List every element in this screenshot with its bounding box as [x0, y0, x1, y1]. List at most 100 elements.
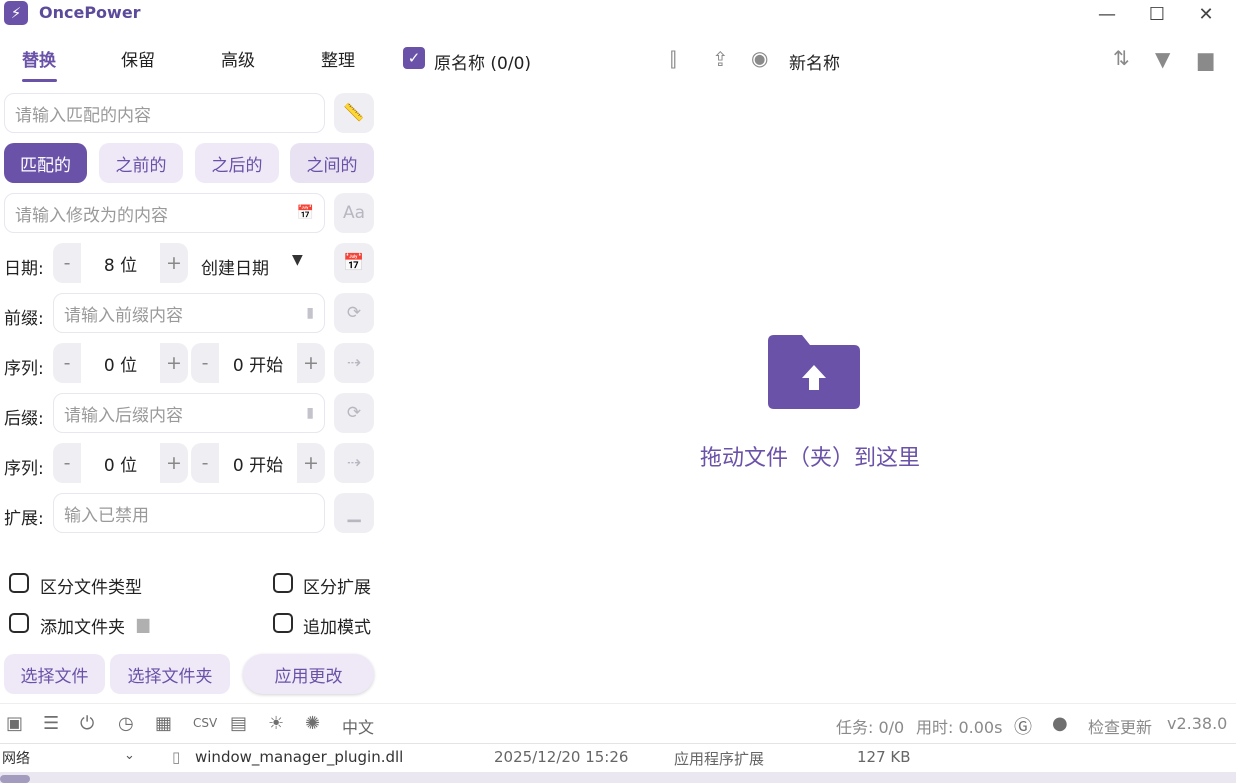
prefix-seq-digits-stepper[interactable]: - 0 位 +: [53, 343, 188, 383]
plus-icon[interactable]: +: [160, 452, 188, 474]
google-icon[interactable]: Ⓖ: [1014, 713, 1032, 739]
suffix-seq-digits-stepper[interactable]: - 0 位 +: [53, 443, 188, 483]
csv-icon[interactable]: CSV: [193, 716, 217, 730]
file-icon: ▯: [172, 748, 181, 766]
mode-between-button[interactable]: 之间的: [290, 143, 374, 183]
date-digits-value[interactable]: 8 位: [81, 243, 160, 283]
modify-input[interactable]: 请输入修改为的内容 📅: [4, 193, 325, 233]
chevron-down-icon[interactable]: ▼: [292, 252, 303, 268]
mode-after-button[interactable]: 之后的: [195, 143, 279, 183]
match-input[interactable]: 请输入匹配的内容: [4, 93, 325, 133]
upload-folder-icon[interactable]: [768, 335, 860, 409]
ruler-button[interactable]: 📏: [334, 93, 374, 133]
prefix-seq-start-stepper[interactable]: - 0 开始 +: [191, 343, 325, 383]
check-update-button[interactable]: 检查更新: [1088, 714, 1152, 738]
eye-icon[interactable]: ◉: [751, 46, 768, 70]
language-button[interactable]: 中文: [342, 714, 374, 738]
minus-icon[interactable]: -: [191, 452, 219, 474]
suffix-seq-start-value[interactable]: 0 开始: [219, 443, 297, 483]
plus-icon[interactable]: +: [297, 352, 325, 374]
tab-keep[interactable]: 保留: [121, 46, 155, 71]
person-icon: ▁: [347, 503, 361, 523]
tab-advanced[interactable]: 高级: [221, 46, 255, 71]
file-size: 127 KB: [857, 748, 911, 766]
chevron-down-icon[interactable]: ⌄: [124, 748, 135, 763]
tab-organize[interactable]: 整理: [321, 46, 355, 71]
prefix-refresh-button[interactable]: ⟳: [334, 293, 374, 333]
minimize-button[interactable]: —: [1087, 0, 1127, 28]
suffix-input-placeholder: 请输入后缀内容: [64, 405, 183, 426]
file-type: 应用程序扩展: [674, 750, 765, 768]
select-files-button[interactable]: 选择文件: [4, 654, 105, 694]
mode-before-button[interactable]: 之前的: [99, 143, 183, 183]
original-name-label: 原名称 (0/0): [434, 54, 532, 74]
minus-icon[interactable]: -: [53, 252, 81, 274]
prefix-input[interactable]: 请输入前缀内容 ▮: [53, 293, 325, 333]
trash-icon[interactable]: ▆: [1198, 47, 1213, 71]
tab-replace[interactable]: 替换: [22, 46, 56, 71]
split-icon[interactable]: ⫿: [670, 47, 676, 71]
file-icon[interactable]: ▮: [306, 305, 314, 321]
suffix-input[interactable]: 请输入后缀内容 ▮: [53, 393, 325, 433]
sequence-icon: ⇢: [346, 453, 362, 473]
maximize-button[interactable]: ☐: [1137, 0, 1177, 28]
calendar-icon[interactable]: ▤: [230, 713, 247, 734]
lightbulb-icon[interactable]: ☀: [268, 713, 284, 734]
apply-changes-button[interactable]: 应用更改: [243, 654, 374, 694]
close-button[interactable]: ✕: [1186, 0, 1226, 28]
append-mode-checkbox[interactable]: [273, 613, 293, 633]
elapsed-time: 用时: 0.00s: [916, 718, 1003, 737]
history-icon[interactable]: ◷: [118, 713, 134, 734]
save-icon[interactable]: ▣: [6, 713, 23, 734]
distinguish-ext-checkbox[interactable]: [273, 573, 293, 593]
modify-input-placeholder: 请输入修改为的内容: [15, 205, 168, 226]
add-folder-checkbox[interactable]: [9, 613, 29, 633]
file-icon[interactable]: ▮: [306, 405, 314, 421]
filter-icon[interactable]: ▼: [1155, 47, 1170, 71]
task-count: 任务: 0/0: [836, 718, 905, 737]
horizontal-scrollbar[interactable]: [0, 772, 1236, 783]
minus-icon[interactable]: -: [53, 352, 81, 374]
match-input-placeholder: 请输入匹配的内容: [15, 105, 151, 126]
prefix-seq-digits-value[interactable]: 0 位: [81, 343, 160, 383]
image-icon[interactable]: ▦: [155, 713, 172, 734]
prefix-seq-start-value[interactable]: 0 开始: [219, 343, 297, 383]
select-folder-button[interactable]: 选择文件夹: [110, 654, 230, 694]
minus-icon[interactable]: -: [53, 452, 81, 474]
plus-icon[interactable]: +: [160, 352, 188, 374]
log-icon[interactable]: ☰: [43, 713, 59, 734]
extension-button[interactable]: ▁: [334, 493, 374, 533]
append-mode-label: 追加模式: [303, 618, 371, 638]
insert-date-button[interactable]: 📅: [334, 243, 374, 283]
plus-icon[interactable]: +: [297, 452, 325, 474]
distinguish-type-checkbox[interactable]: [9, 573, 29, 593]
original-name-checkbox[interactable]: ✓: [403, 47, 425, 69]
case-button[interactable]: Aa: [334, 193, 374, 233]
distinguish-type-label: 区分文件类型: [40, 578, 142, 598]
minus-icon[interactable]: -: [191, 352, 219, 374]
prefix-sequence-button[interactable]: ⇢: [334, 343, 374, 383]
scrollbar-thumb[interactable]: [0, 775, 30, 783]
date-digits-stepper[interactable]: - 8 位 +: [53, 243, 188, 283]
version-label: v2.38.0: [1167, 714, 1228, 733]
date-type-select[interactable]: 创建日期: [201, 254, 269, 279]
suffix-seq-start-stepper[interactable]: - 0 开始 +: [191, 443, 325, 483]
prefix-seq-label: 序列:: [4, 359, 44, 379]
power-icon[interactable]: ⏻: [80, 713, 94, 734]
suffix-sequence-button[interactable]: ⇢: [334, 443, 374, 483]
file-name[interactable]: window_manager_plugin.dll: [195, 748, 403, 766]
calendar-icon[interactable]: 📅: [297, 205, 314, 221]
mode-match-button[interactable]: 匹配的: [4, 143, 87, 183]
github-icon[interactable]: ●: [1052, 713, 1068, 734]
suffix-seq-digits-value[interactable]: 0 位: [81, 443, 160, 483]
suffix-refresh-button[interactable]: ⟳: [334, 393, 374, 433]
export-icon[interactable]: ⇪: [712, 47, 729, 71]
suffix-label: 后缀:: [4, 409, 44, 429]
theme-icon[interactable]: ✺: [305, 713, 320, 734]
sort-icon[interactable]: ⇅: [1113, 46, 1130, 70]
ruler-icon: 📏: [343, 103, 365, 123]
plus-icon[interactable]: +: [160, 252, 188, 274]
status-divider: [0, 703, 1236, 704]
prefix-input-placeholder: 请输入前缀内容: [64, 305, 183, 326]
sidebar-item-network[interactable]: 网络: [2, 748, 30, 768]
